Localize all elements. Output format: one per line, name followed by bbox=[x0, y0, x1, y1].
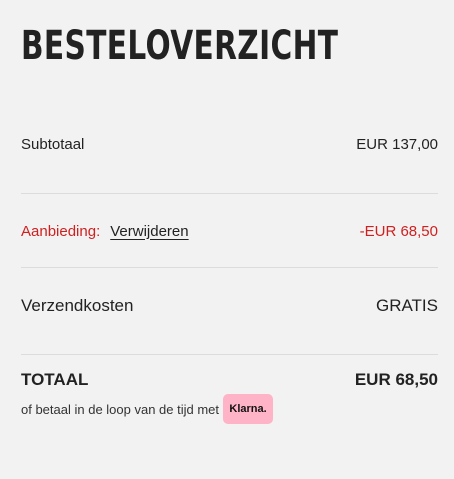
shipping-label: Verzendkosten bbox=[21, 296, 134, 315]
total-label: TOTAAL bbox=[21, 370, 89, 389]
divider bbox=[21, 354, 438, 355]
total-value: EUR 68,50 bbox=[354, 370, 438, 389]
discount-label-group: Aanbieding: Verwijderen bbox=[21, 223, 189, 240]
subtotal-label: Subtotaal bbox=[21, 135, 85, 153]
page-title: BESTELOVERZICHT bbox=[21, 23, 339, 69]
klarna-pay-later: of betaal in de loop van de tijd met Kla… bbox=[21, 394, 274, 424]
subtotal-value: EUR 137,00 bbox=[356, 135, 438, 153]
shipping-value: GRATIS bbox=[375, 296, 438, 315]
divider bbox=[21, 267, 438, 268]
shipping-row: Verzendkosten GRATIS bbox=[21, 294, 438, 318]
total-row: TOTAAL EUR 68,50 bbox=[21, 368, 438, 392]
subtotal-row: Subtotaal EUR 137,00 bbox=[21, 133, 438, 155]
klarna-logo-badge[interactable]: Klarna. bbox=[223, 394, 274, 424]
discount-row: Aanbieding: Verwijderen -EUR 68,50 bbox=[21, 220, 438, 242]
divider bbox=[21, 193, 438, 194]
pay-later-text: of betaal in de loop van de tijd met bbox=[21, 401, 220, 417]
discount-label: Aanbieding: bbox=[21, 222, 101, 240]
remove-discount-link[interactable]: Verwijderen bbox=[110, 223, 188, 240]
order-summary-panel: BESTELOVERZICHT Subtotaal EUR 137,00 Aan… bbox=[0, 0, 454, 479]
discount-value: -EUR 68,50 bbox=[359, 222, 438, 240]
